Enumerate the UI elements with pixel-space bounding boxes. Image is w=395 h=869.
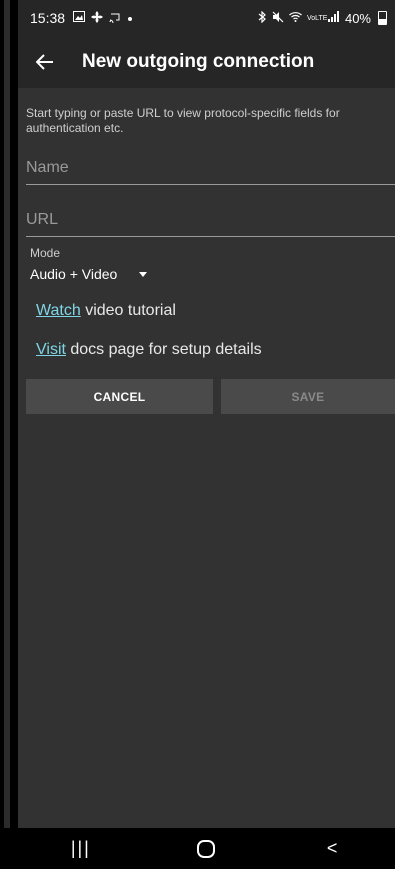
mode-label: Mode xyxy=(30,246,61,260)
bluetooth-icon xyxy=(257,10,267,26)
watch-link[interactable]: Watch xyxy=(36,302,81,319)
left-edge xyxy=(0,0,18,869)
save-button[interactable]: SAVE xyxy=(221,379,395,414)
volte-label: VoLTE xyxy=(306,14,328,22)
mode-dropdown[interactable]: Audio + Video xyxy=(30,263,148,285)
recent-apps-icon: ||| xyxy=(70,838,91,858)
home-button[interactable] xyxy=(176,828,236,869)
dot-icon xyxy=(127,11,133,25)
home-icon xyxy=(197,839,216,858)
arrow-left-icon xyxy=(36,54,53,70)
battery-icon xyxy=(378,11,387,25)
hint-text: Start typing or paste URL to view protoc… xyxy=(26,106,340,135)
signal-icon xyxy=(327,11,340,25)
visit-text: docs page for setup details xyxy=(65,341,262,358)
watch-text: video tutorial xyxy=(80,302,176,319)
navigation-bar: ||| < xyxy=(18,828,395,869)
status-time: 15:38 xyxy=(30,10,66,26)
recent-apps-button[interactable]: ||| xyxy=(51,828,111,869)
page-title: New outgoing connection xyxy=(82,51,315,72)
visit-link[interactable]: Visit xyxy=(36,341,66,358)
mode-selected-value: Audio + Video xyxy=(30,266,118,282)
dropdown-arrow-icon xyxy=(139,271,148,277)
back-button[interactable] xyxy=(20,36,70,88)
nav-back-icon: < xyxy=(326,838,338,858)
cancel-button[interactable]: CANCEL xyxy=(26,379,213,414)
image-icon xyxy=(73,11,86,25)
url-field xyxy=(26,206,395,237)
fan-icon xyxy=(91,10,104,26)
name-field xyxy=(26,154,395,185)
nav-back-button[interactable]: < xyxy=(302,828,362,869)
visit-docs-line: Visit docs page for setup details xyxy=(36,341,262,359)
app-bar: New outgoing connection xyxy=(18,36,395,88)
url-input[interactable] xyxy=(26,206,395,234)
name-input[interactable] xyxy=(26,154,395,182)
watch-tutorial-line: Watch video tutorial xyxy=(36,302,176,320)
edge-strip xyxy=(4,0,10,828)
wifi-icon xyxy=(289,11,302,25)
status-right-icons: VoLTE 40% xyxy=(257,10,387,26)
cast-icon xyxy=(109,11,121,26)
battery-percent: 40% xyxy=(344,10,371,26)
status-bar: 15:38 VoLTE 40% xyxy=(18,0,395,36)
mute-icon xyxy=(272,11,284,26)
status-left-icons xyxy=(73,10,133,26)
phone-screen: 15:38 VoLTE 40% New outgoing connection … xyxy=(18,0,395,869)
